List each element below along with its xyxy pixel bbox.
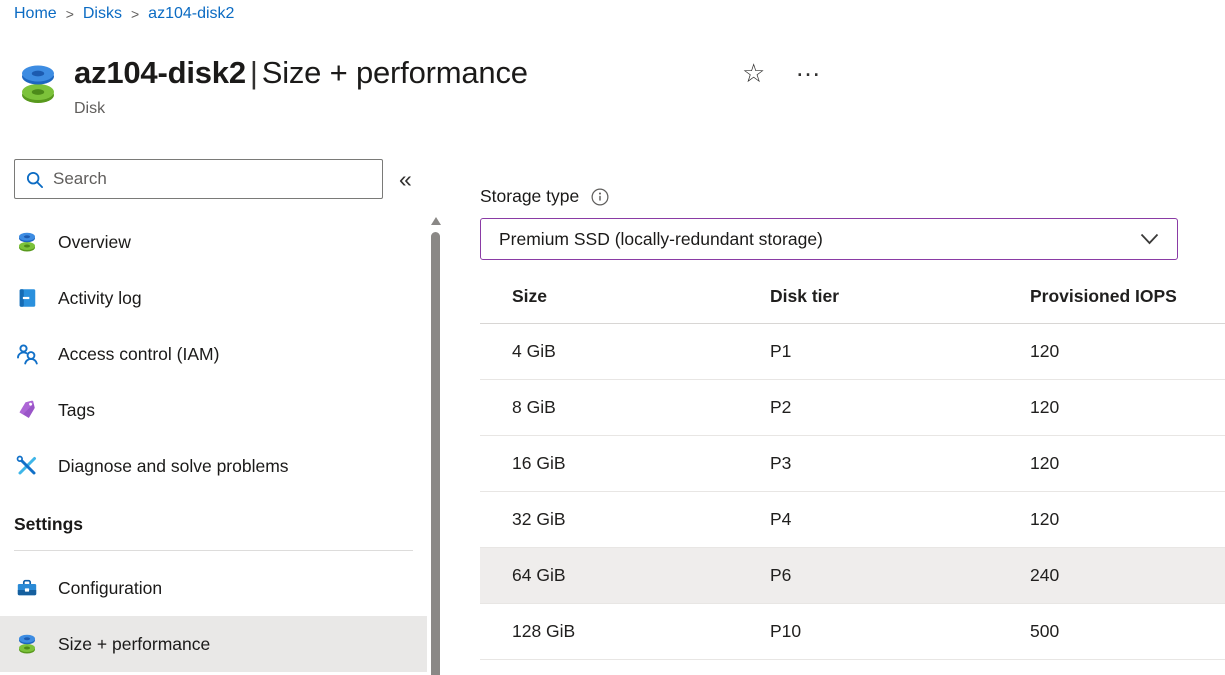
chevron-down-icon [1140,233,1159,245]
storage-type-label: Storage type [480,186,579,207]
tag-icon [14,397,40,423]
activity-log-icon [14,285,40,311]
sidebar-item-activity-log[interactable]: Activity log [0,270,427,326]
page-title: az104-disk2|Size + performance [74,55,528,91]
breadcrumb-link-current[interactable]: az104-disk2 [148,5,234,23]
table-row-selected[interactable]: 64 GiB P6 240 [480,548,1225,604]
storage-type-dropdown[interactable]: Premium SSD (locally-redundant storage) [480,218,1178,260]
sidebar-item-tags[interactable]: Tags [0,382,427,438]
sidebar-item-configuration[interactable]: Configuration [0,560,427,616]
more-options-icon[interactable]: … [795,54,824,80]
page-header: az104-disk2|Size + performance Disk [14,55,528,118]
sidebar-item-access-control[interactable]: Access control (IAM) [0,326,427,382]
breadcrumb: Home > Disks > az104-disk2 [14,5,234,23]
sidebar-section-settings: Settings [14,514,427,535]
breadcrumb-link-home[interactable]: Home [14,5,57,23]
disk-icon [14,59,62,109]
table-header-row: Size Disk tier Provisioned IOPS [480,270,1225,324]
sidebar-scrollbar [429,217,442,675]
table-row[interactable]: 16 GiB P3 120 [480,436,1225,492]
collapse-menu-icon[interactable]: « [399,168,412,191]
resource-menu-sidebar: « Overview Activity log [0,159,427,672]
column-header-size: Size [480,286,770,307]
search-input[interactable] [53,169,372,189]
table-row[interactable]: 8 GiB P2 120 [480,380,1225,436]
scrollbar-up-arrow-icon[interactable] [431,217,441,225]
column-header-disk-tier: Disk tier [770,286,1030,307]
access-control-icon [14,341,40,367]
disk-icon [14,631,40,657]
sidebar-search [14,159,383,199]
breadcrumb-separator: > [66,6,74,22]
table-row[interactable]: 32 GiB P4 120 [480,492,1225,548]
column-header-provisioned-iops: Provisioned IOPS [1030,286,1225,307]
info-icon[interactable] [591,188,609,206]
search-icon [25,170,44,189]
disk-icon [14,229,40,255]
resource-type-label: Disk [74,100,528,118]
sidebar-item-diagnose[interactable]: Diagnose and solve problems [0,438,427,494]
diagnose-icon [14,453,40,479]
table-row[interactable]: 4 GiB P1 120 [480,324,1225,380]
toolbox-icon [14,575,40,601]
favorite-star-icon[interactable]: ☆ [742,60,765,86]
storage-type-selected-value: Premium SSD (locally-redundant storage) [499,229,823,250]
scrollbar-thumb[interactable] [431,232,440,675]
breadcrumb-separator: > [131,6,139,22]
disk-size-table: Size Disk tier Provisioned IOPS 4 GiB P1… [480,270,1225,660]
section-divider [14,550,413,551]
sidebar-item-overview[interactable]: Overview [0,214,427,270]
size-performance-panel: Storage type Premium SSD (locally-redund… [480,186,1225,660]
breadcrumb-link-disks[interactable]: Disks [83,5,122,23]
table-row[interactable]: 128 GiB P10 500 [480,604,1225,660]
sidebar-item-size-performance[interactable]: Size + performance [0,616,427,672]
